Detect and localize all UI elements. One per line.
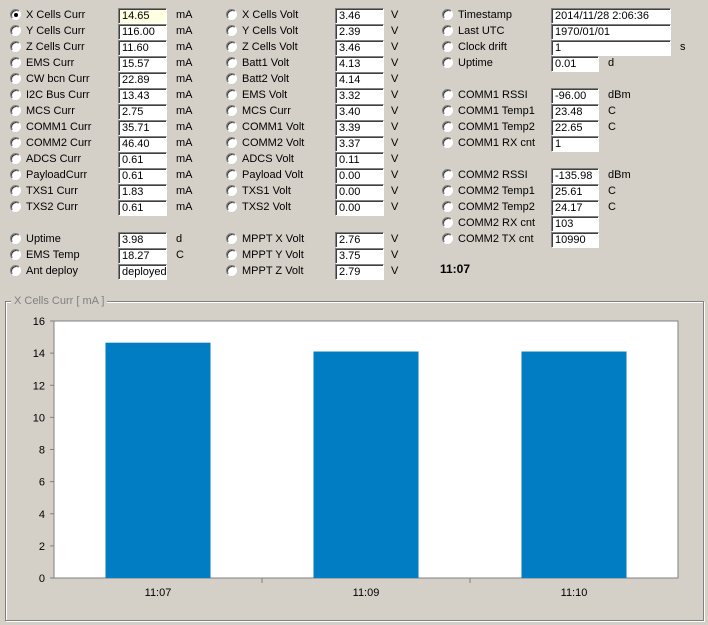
y-tick-label: 14 [33, 348, 45, 360]
y-tick-label: 10 [33, 412, 45, 424]
y-tick-label: 6 [39, 477, 45, 489]
x-tick-label: 11:10 [561, 587, 588, 599]
x-tick-label: 11:07 [145, 587, 172, 599]
y-tick-label: 16 [33, 316, 45, 328]
x-tick-label: 11:09 [353, 587, 380, 599]
bar-chart: 0 2 4 6 8 10 12 14 16 11:07 11:09 11:10 [33, 316, 679, 599]
y-tick-label: 0 [39, 573, 45, 585]
bar [313, 351, 419, 578]
bar [105, 342, 211, 578]
y-tick-label: 8 [39, 445, 45, 457]
y-tick-label: 4 [39, 509, 45, 521]
y-tick-label: 12 [33, 380, 45, 392]
bar [521, 351, 627, 578]
y-tick-label: 2 [39, 541, 45, 553]
